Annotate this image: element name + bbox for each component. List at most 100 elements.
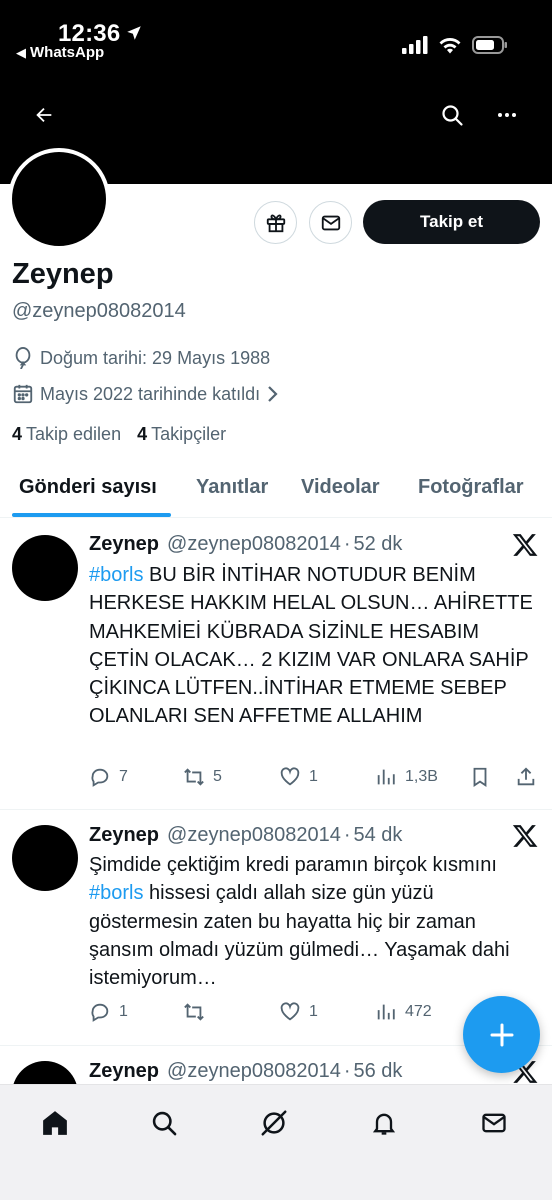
tweet-time[interactable]: 54 dk: [353, 824, 402, 847]
follow-stats: 4 Takip edilen 4 Takipçiler: [12, 424, 226, 445]
calendar-icon: [13, 384, 33, 404]
profile-avatar[interactable]: [8, 148, 110, 250]
followers-link[interactable]: 4 Takipçiler: [137, 424, 226, 445]
x-logo-icon[interactable]: [512, 533, 538, 557]
tweet-body-end: hissesi çaldı allah size gün yüzü göster…: [89, 882, 510, 990]
status-indicators: [402, 36, 508, 54]
more-button[interactable]: [488, 96, 526, 134]
tweet-actions: 7 5 1 1,3B: [89, 766, 541, 794]
x-logo-icon[interactable]: [512, 824, 538, 848]
chevron-right-icon: [268, 386, 278, 402]
grok-icon: [261, 1110, 287, 1136]
tweet-separator: ·: [343, 824, 351, 846]
location-arrow-icon: [127, 26, 141, 40]
view-count: 1,3B: [405, 768, 438, 785]
arrow-left-icon: [36, 107, 52, 123]
back-to-app[interactable]: ◀ WhatsApp: [16, 44, 104, 61]
tweet-author-name[interactable]: Zeynep: [89, 1060, 159, 1083]
reply-button[interactable]: 1: [89, 1001, 128, 1023]
home-icon: [43, 1111, 67, 1135]
tweet-separator: ·: [343, 1060, 351, 1082]
joined-row[interactable]: Mayıs 2022 tarihinde katıldı: [12, 383, 280, 405]
retweet-count: 5: [213, 768, 222, 785]
tweet-author-handle[interactable]: @zeynep08082014: [167, 824, 341, 847]
plus-icon: [490, 1023, 513, 1046]
tweet-header: Zeynep @zeynep08082014 · 56 dk: [89, 1060, 402, 1083]
reply-count: 1: [119, 1003, 128, 1020]
reply-icon: [91, 1003, 109, 1022]
compose-button[interactable]: [463, 996, 540, 1073]
tweet-separator: ·: [343, 533, 351, 555]
signal-icon: [402, 36, 428, 54]
nav-search[interactable]: [144, 1103, 184, 1143]
tab-posts[interactable]: Gönderi sayısı: [19, 476, 157, 499]
tweet[interactable]: Zeynep @zeynep08082014 · 52 dk #borls BU…: [0, 519, 552, 810]
tweet-text: Şimdide çektiğim kredi paramın birçok kı…: [89, 851, 541, 992]
tweet-author-name[interactable]: Zeynep: [89, 533, 159, 556]
nav-home[interactable]: [35, 1103, 75, 1143]
tweet-author-name[interactable]: Zeynep: [89, 824, 159, 847]
like-button[interactable]: 1: [279, 766, 318, 788]
following-link[interactable]: 4 Takip edilen: [12, 424, 121, 445]
tweet-avatar[interactable]: [12, 535, 78, 601]
tweet-avatar[interactable]: [12, 825, 78, 891]
view-count: 472: [405, 1003, 432, 1020]
search-icon: [442, 105, 463, 126]
balloon-icon: [15, 347, 31, 370]
profile-name: Zeynep: [12, 258, 114, 290]
birth-date-row: Doğum tarihi: 29 Mayıs 1988: [12, 346, 270, 370]
reply-button[interactable]: 7: [89, 766, 128, 788]
retweet-button[interactable]: 5: [183, 766, 222, 788]
gift-icon: [266, 214, 285, 232]
message-button[interactable]: [309, 201, 352, 244]
following-count: 4: [12, 424, 23, 444]
joined-text: Mayıs 2022 tarihinde katıldı: [40, 383, 261, 404]
search-button[interactable]: [433, 96, 471, 134]
profile-tabs: Gönderi sayısı Yanıtlar Videolar Fotoğra…: [0, 462, 552, 518]
retweet-icon: [184, 768, 204, 786]
nav-grok[interactable]: [254, 1103, 294, 1143]
bookmark-button[interactable]: [469, 766, 491, 788]
reply-count: 7: [119, 768, 128, 785]
analytics-icon: [377, 769, 395, 785]
profile-handle: @zeynep08082014: [12, 300, 186, 322]
share-icon: [517, 767, 535, 786]
envelope-icon: [482, 1113, 506, 1133]
nav-messages[interactable]: [474, 1103, 514, 1143]
share-button[interactable]: [515, 766, 537, 788]
tweet-body: BU BİR İNTİHAR NOTUDUR BENİM HERKESE HAK…: [89, 564, 533, 728]
back-button[interactable]: [25, 96, 63, 134]
tweet-hashtag[interactable]: #borls: [89, 882, 143, 904]
nav-notifications[interactable]: [364, 1103, 404, 1143]
tweet-author-handle[interactable]: @zeynep08082014: [167, 1060, 341, 1083]
like-count: 1: [309, 768, 318, 785]
analytics-icon: [377, 1004, 395, 1020]
following-label: Takip edilen: [26, 424, 122, 444]
retweet-button[interactable]: [183, 1001, 213, 1023]
tab-replies[interactable]: Yanıtlar: [196, 476, 268, 499]
tweet-author-handle[interactable]: @zeynep08082014: [167, 533, 341, 556]
like-button[interactable]: 1: [279, 1001, 318, 1023]
followers-count: 4: [137, 424, 148, 444]
views-button[interactable]: 1,3B: [375, 766, 438, 788]
followers-label: Takipçiler: [151, 424, 227, 444]
battery-icon: [472, 36, 507, 54]
views-button[interactable]: 472: [375, 1001, 432, 1023]
tweet[interactable]: Zeynep @zeynep08082014 · 54 dk Şimdide ç…: [0, 811, 552, 1046]
tab-videos[interactable]: Videolar: [301, 476, 380, 499]
bottom-navigation: [0, 1084, 552, 1200]
tweet-body-start: Şimdide çektiğim kredi paramın birçok kı…: [89, 854, 497, 876]
back-app-label: WhatsApp: [30, 44, 105, 61]
heart-icon: [280, 1002, 300, 1021]
back-caret-icon: ◀: [16, 44, 26, 60]
tweet-avatar[interactable]: [12, 1061, 78, 1084]
heart-icon: [280, 767, 300, 786]
bell-icon: [372, 1113, 396, 1135]
tab-photos[interactable]: Fotoğraflar: [418, 476, 524, 499]
gift-button[interactable]: [254, 201, 297, 244]
tweet-time[interactable]: 56 dk: [353, 1060, 402, 1083]
tweet-hashtag[interactable]: #borls: [89, 564, 143, 586]
like-count: 1: [309, 1003, 318, 1020]
follow-button[interactable]: Takip et: [363, 200, 540, 244]
tweet-time[interactable]: 52 dk: [353, 533, 402, 556]
